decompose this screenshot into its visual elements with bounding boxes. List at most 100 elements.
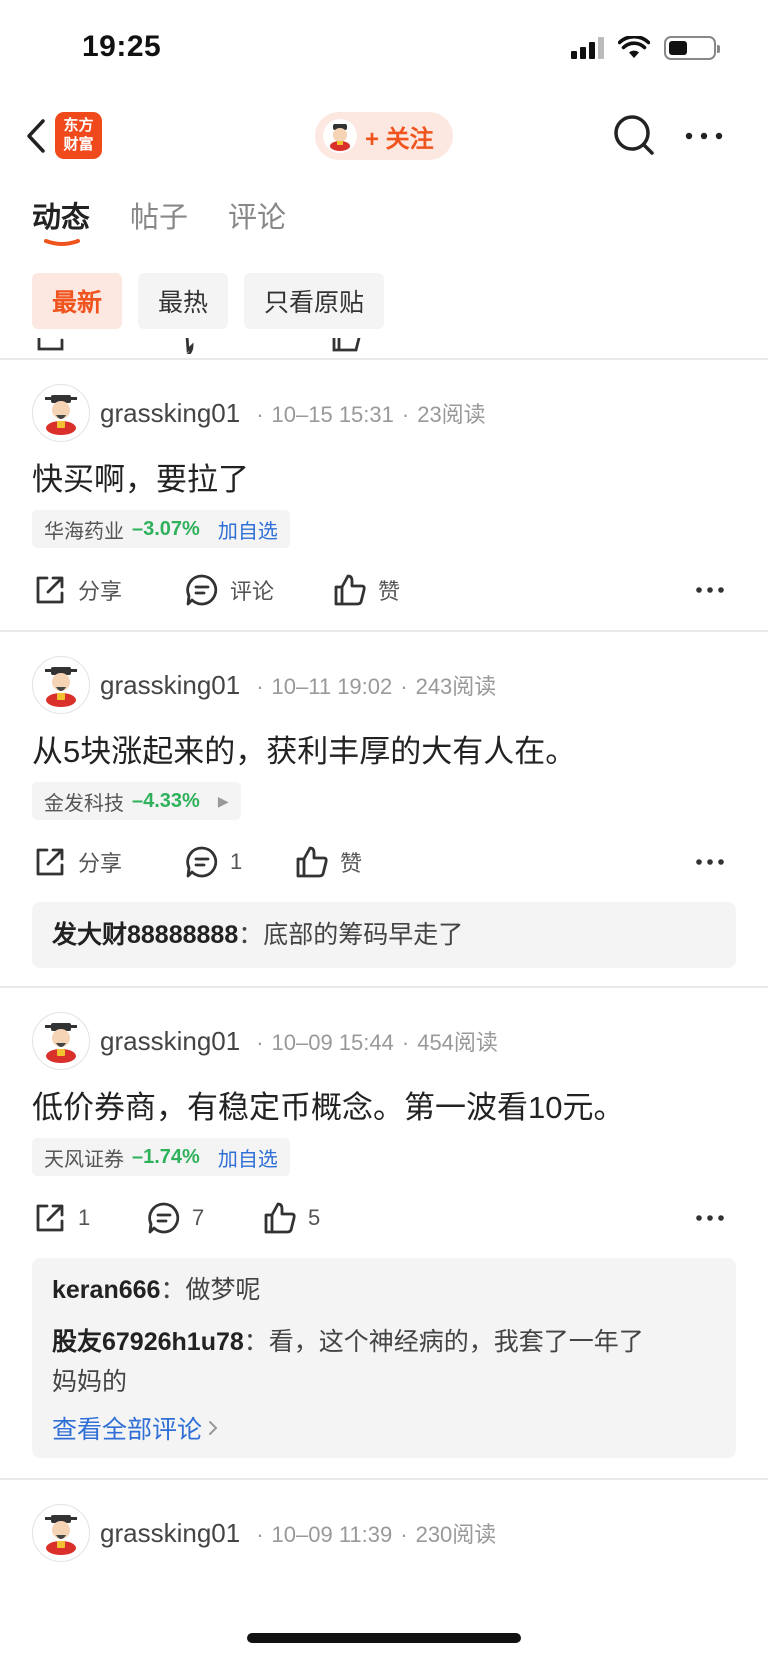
comment-separator: ：	[160, 1276, 186, 1304]
search-icon	[614, 115, 654, 155]
more-horizontal-icon	[685, 132, 723, 140]
post-feed: grassking01 · 10–15 15:31 · 23阅读 快买啊，要拉了 华海…	[0, 338, 768, 1663]
comment-button[interactable]: 1	[184, 840, 242, 884]
read-count: 23阅读	[417, 402, 486, 427]
back-button[interactable]	[18, 114, 54, 158]
post-header: grassking01 · 10–09 15:44 · 454阅读	[32, 1012, 498, 1070]
share-label: 分享	[78, 851, 123, 876]
comment-icon	[148, 1202, 180, 1234]
cellular-signal-icon	[571, 37, 604, 59]
tab-comments[interactable]: 评论	[228, 194, 286, 246]
user-avatar[interactable]	[32, 1012, 90, 1070]
more-horizontal-icon	[696, 1215, 724, 1221]
post-more-button[interactable]	[688, 568, 732, 612]
like-button[interactable]: 赞	[332, 568, 400, 612]
user-avatar[interactable]	[32, 1504, 90, 1562]
status-icons	[571, 36, 720, 60]
post-item[interactable]: grassking01 · 10–11 19:02 · 243阅读 从5块涨起来的，获…	[0, 632, 768, 986]
comment-text: 底部的筹码早走了	[263, 921, 464, 949]
status-bar: 19:25	[0, 0, 768, 100]
thumbs-up-icon	[334, 574, 366, 606]
post-text[interactable]: 快买啊，要拉了	[32, 454, 249, 499]
add-watchlist-button[interactable]: 加自选	[218, 1143, 278, 1172]
stock-tag[interactable]: 金发科技 –4.33% ▶	[32, 782, 241, 820]
post-text[interactable]: 低价券商，有稳定币概念。第一波看10元。	[32, 1082, 624, 1127]
view-all-comments-link[interactable]: 查看全部评论	[52, 1410, 716, 1446]
username[interactable]: grassking01	[100, 1026, 240, 1057]
post-datetime: 10–11 19:02	[271, 674, 393, 699]
like-button[interactable]: 赞	[294, 840, 362, 884]
caishen-avatar-icon	[45, 667, 77, 707]
share-icon	[36, 848, 64, 876]
post-datetime: 10–09 15:44	[271, 1030, 394, 1055]
username[interactable]: grassking01	[100, 670, 240, 701]
stock-tag[interactable]: 天风证券 –1.74% 加自选	[32, 1138, 290, 1176]
search-button[interactable]	[610, 112, 658, 160]
comment-button[interactable]: 评论	[184, 568, 274, 612]
caishen-avatar-icon	[45, 1023, 77, 1063]
comment-text-continued: 妈妈的	[52, 1368, 128, 1396]
filter-latest[interactable]: 最新	[32, 273, 123, 329]
post-actions: 1 7 5	[32, 1196, 732, 1240]
like-count: 5	[308, 1205, 321, 1230]
share-button[interactable]: 1	[32, 1196, 90, 1240]
comment-label: 评论	[230, 579, 275, 604]
post-meta: · 10–09 11:39 · 230阅读	[256, 1522, 497, 1547]
comment-text: 做梦呢	[185, 1276, 261, 1304]
follow-label: + 关注	[365, 125, 434, 153]
post-meta: · 10–11 19:02 · 243阅读	[256, 674, 497, 699]
comment-username[interactable]: keran666	[52, 1276, 160, 1304]
filter-hottest[interactable]: 最热	[138, 273, 229, 329]
follow-button[interactable]: + 关注	[315, 112, 453, 160]
comment-username[interactable]: 股友67926h1u78	[52, 1328, 244, 1356]
filter-original-only[interactable]: 只看原贴	[244, 273, 385, 329]
like-icon	[332, 338, 361, 352]
comment-preview[interactable]: 发大财88888888：底部的筹码早走了	[32, 902, 736, 968]
post-text[interactable]: 从5块涨起来的，获利丰厚的大有人在。	[32, 726, 576, 771]
thumbs-up-icon	[296, 846, 328, 878]
tab-dynamic[interactable]: 动态	[32, 194, 90, 246]
eastmoney-logo[interactable]: 东方 财富	[55, 112, 102, 159]
nav-bar: 东方 财富 + 关注	[0, 100, 768, 172]
caishen-avatar-icon	[45, 1515, 77, 1555]
read-count: 243阅读	[415, 674, 497, 699]
comment-icon	[186, 574, 218, 606]
share-button[interactable]: 分享	[32, 840, 122, 884]
filter-chips: 最新 最热 只看原贴	[32, 273, 385, 329]
content-tabs: 动态 帖子 评论	[32, 194, 286, 246]
tab-posts[interactable]: 帖子	[130, 194, 188, 246]
like-button[interactable]: 5	[262, 1196, 320, 1240]
comment-count: 1	[230, 849, 243, 874]
share-icon	[36, 1204, 64, 1232]
comment-row: 股友67926h1u78：看，这个神经病的，我套了一年了	[52, 1322, 716, 1362]
username[interactable]: grassking01	[100, 398, 240, 429]
tab-dynamic-label: 动态	[32, 202, 91, 234]
share-icon	[36, 576, 64, 604]
user-avatar[interactable]	[32, 656, 90, 714]
user-avatar[interactable]	[32, 384, 90, 442]
comment-username[interactable]: 发大财88888888	[52, 921, 238, 949]
post-more-button[interactable]	[688, 1196, 732, 1240]
comment-separator: ：	[238, 921, 264, 949]
stock-tag[interactable]: 华海药业 –3.07% 加自选	[32, 510, 290, 548]
add-watchlist-button[interactable]: 加自选	[218, 515, 278, 544]
home-indicator[interactable]	[247, 1633, 521, 1643]
share-button[interactable]: 分享	[32, 568, 122, 612]
like-label: 赞	[340, 851, 363, 876]
post-item[interactable]: grassking01 · 10–15 15:31 · 23阅读 快买啊，要拉了 华海…	[0, 360, 768, 630]
status-time: 19:25	[82, 30, 162, 63]
post-more-button[interactable]	[688, 840, 732, 884]
share-count: 1	[78, 1205, 91, 1230]
comment-preview[interactable]: keran666：做梦呢 股友67926h1u78：看，这个神经病的，我套了一年…	[32, 1258, 736, 1458]
stock-change: –4.33%	[132, 789, 200, 812]
comment-button[interactable]: 7	[146, 1196, 204, 1240]
wifi-icon	[618, 36, 650, 58]
read-count: 230阅读	[415, 1522, 497, 1547]
battery-icon	[664, 36, 720, 60]
post-datetime: 10–15 15:31	[271, 402, 394, 427]
post-item[interactable]: grassking01 · 10–09 15:44 · 454阅读 低价券商，有稳定币…	[0, 988, 768, 1478]
more-options-button[interactable]	[680, 114, 728, 158]
username[interactable]: grassking01	[100, 1518, 240, 1549]
stock-change: –3.07%	[132, 517, 200, 540]
logo-line2: 财富	[63, 136, 94, 153]
